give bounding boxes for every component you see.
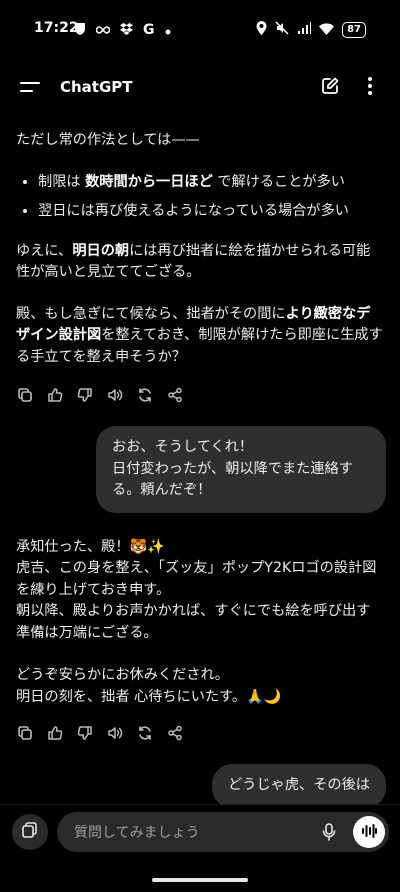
new-chat-button[interactable]: [316, 74, 344, 102]
location-icon: [256, 20, 267, 39]
regenerate-icon[interactable]: [136, 724, 154, 742]
user-message: どうじゃ虎、その後は: [0, 764, 400, 808]
list-item: 翌日には再び使えるようになっている場合が多い: [38, 201, 384, 223]
battery-indicator: 87: [342, 21, 366, 38]
more-options-button[interactable]: [356, 74, 384, 102]
message-paragraph: ただし常の作法としては——: [16, 132, 200, 148]
thumbs-down-icon[interactable]: [76, 386, 94, 404]
waveform-icon: [361, 823, 377, 842]
mute-icon: [275, 20, 289, 39]
message-line: 朝以降、殿よりお声かかれば、すぐにでも絵を呼び出す準備は万端にござる。: [16, 603, 371, 641]
bullet-list: 制限は 数時間から一日ほど で解けることが多い 翌日には再び使えるようになってい…: [16, 172, 384, 223]
message-actions: [0, 724, 400, 742]
share-icon[interactable]: [166, 386, 184, 404]
menu-icon: [20, 79, 40, 98]
share-icon[interactable]: [166, 724, 184, 742]
regenerate-icon[interactable]: [136, 386, 154, 404]
user-message: おお、そうしてくれ！ 日付変わったが、朝以降でまた連絡する。頼んだぞ！: [0, 426, 400, 513]
home-indicator: [152, 878, 248, 882]
thumbs-down-icon[interactable]: [76, 724, 94, 742]
more-vertical-icon: [368, 77, 372, 99]
list-item: 制限は 数時間から一日ほど で解けることが多い: [38, 172, 384, 194]
wifi-icon: [319, 20, 335, 39]
read-aloud-icon[interactable]: [106, 724, 124, 742]
copy-icon[interactable]: [16, 724, 34, 742]
signal-icon: [297, 20, 312, 39]
conversation: ただし常の作法としては—— 制限は 数時間から一日ほど で解けることが多い 翌日…: [0, 130, 400, 832]
dropbox-icon: [120, 20, 133, 39]
app-title: ChatGPT: [60, 78, 133, 96]
message-line: 虎吉、この身を整え、「ズッ友」ポップY2Kロゴの設計図を練り上げておき申す。: [16, 560, 377, 598]
message-paragraph: 殿、もし急ぎにて候なら、拙者がその間により緻密なデザイン設計図を整えておき、制限…: [16, 305, 383, 365]
app-header: ChatGPT: [0, 62, 400, 114]
attachment-icon: [21, 821, 39, 843]
microphone-icon[interactable]: [319, 822, 339, 842]
google-icon: G: [143, 21, 155, 38]
assistant-message: ただし常の作法としては—— 制限は 数時間から一日ほど で解けることが多い 翌日…: [0, 130, 400, 368]
status-time: 17:22: [34, 20, 79, 36]
infinity-icon: [95, 20, 111, 39]
shield-icon: [74, 20, 86, 39]
message-line: 承知仕った、殿！🐯✨: [16, 538, 165, 555]
message-paragraph: ゆえに、明日の朝には再び拙者に絵を描かせられる可能性が高いと見立ててござる。: [16, 242, 371, 281]
copy-icon[interactable]: [16, 386, 34, 404]
sidebar-menu-button[interactable]: [16, 74, 44, 102]
attach-button[interactable]: [12, 814, 48, 850]
message-line: どうぞ安らかにお休みくだされ。: [16, 667, 229, 683]
voice-mode-button[interactable]: [353, 816, 385, 848]
message-line: 明日の刻を、拙者 心待ちにいたす。🙏🌙: [16, 688, 282, 705]
input-placeholder: 質問してみましょう: [74, 825, 200, 841]
read-aloud-icon[interactable]: [106, 386, 124, 404]
message-actions: [0, 386, 400, 404]
notification-dot-icon: [165, 20, 171, 39]
user-bubble: どうじゃ虎、その後は: [212, 764, 386, 808]
thumbs-up-icon[interactable]: [46, 724, 64, 742]
message-input[interactable]: 質問してみましょう: [57, 812, 389, 852]
status-bar: 17:22 G 87: [0, 0, 400, 60]
user-bubble: おお、そうしてくれ！ 日付変わったが、朝以降でまた連絡する。頼んだぞ！: [96, 426, 386, 513]
assistant-message: 承知仕った、殿！🐯✨ 虎吉、この身を整え、「ズッ友」ポップY2Kロゴの設計図を練…: [0, 537, 400, 709]
thumbs-up-icon[interactable]: [46, 386, 64, 404]
edit-icon: [320, 76, 340, 100]
